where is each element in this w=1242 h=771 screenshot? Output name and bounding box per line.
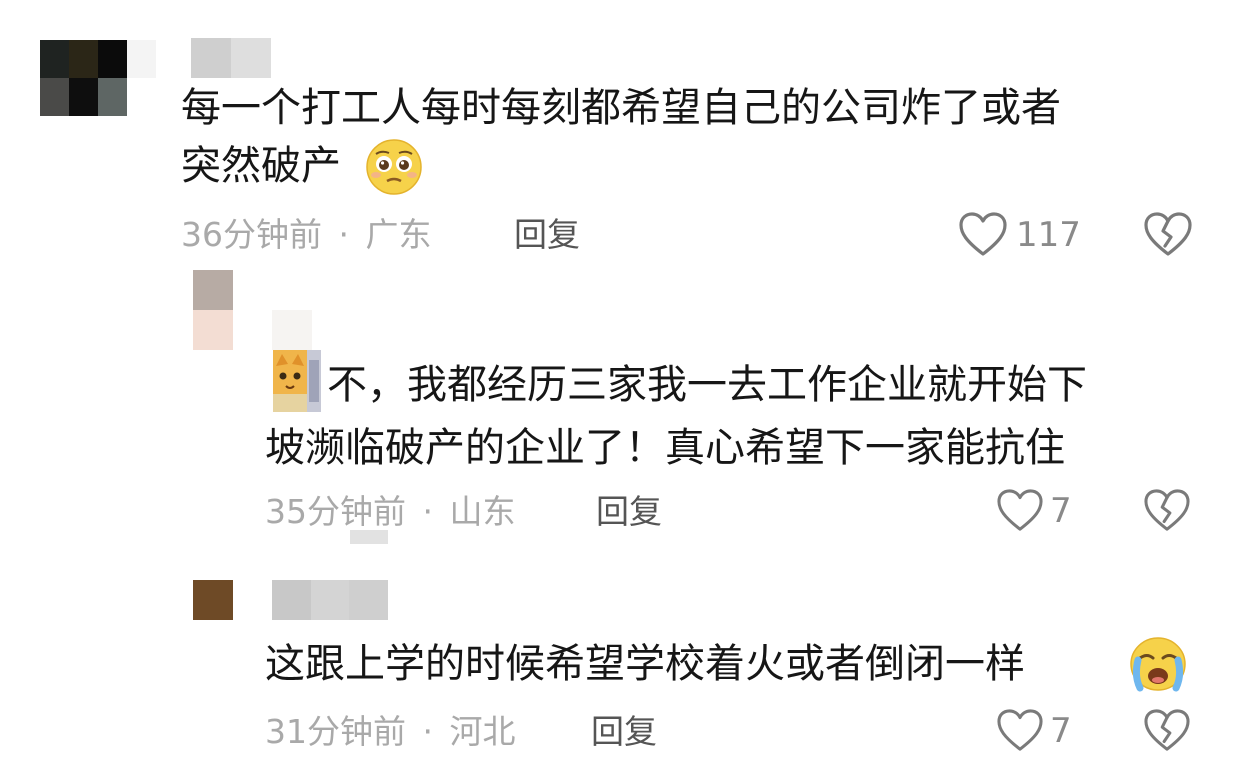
comment-text-line2: 突然破产 [181, 138, 341, 194]
heart-outline-icon [958, 212, 1008, 258]
avatar[interactable] [40, 40, 156, 116]
heart-outline-icon [996, 489, 1044, 533]
avatar[interactable] [193, 270, 233, 350]
heart-outline-icon [996, 709, 1044, 753]
comment-meta: 35分钟前 · 山东 [265, 492, 516, 532]
comment-time: 36分钟前 [181, 215, 322, 254]
reply-button[interactable]: 回复 [596, 492, 662, 532]
comment-text: 这跟上学的时候希望学校着火或者倒闭一样 [265, 641, 1025, 687]
like-button[interactable]: 7 [996, 709, 1072, 753]
like-count: 7 [1050, 491, 1072, 531]
loudly-crying-face-emoji [1128, 636, 1188, 692]
meta-separator: · [422, 492, 434, 531]
comment-location: 广东 [365, 215, 432, 254]
comment-text-line1: 这跟上学的时候希望学校着火或者倒闭一样 [265, 636, 1025, 692]
like-button[interactable]: 7 [996, 489, 1072, 533]
comment-time: 31分钟前 [265, 712, 406, 751]
comment-text-line1: 不，我都经历三家我一去工作企业就开始下 [327, 362, 1087, 408]
like-count: 117 [1016, 215, 1081, 255]
broken-heart-icon [1143, 709, 1191, 753]
comment-location: 河北 [449, 712, 516, 751]
reply-button[interactable]: 回复 [591, 712, 657, 752]
comment-meta: 36分钟前 · 广东 [181, 215, 432, 255]
comment-text-line2-text: 突然破产 [181, 143, 341, 189]
like-count: 7 [1050, 711, 1072, 751]
broken-heart-icon [1143, 212, 1193, 258]
meta-separator: · [338, 215, 350, 254]
avatar[interactable] [193, 580, 233, 620]
pleading-face-emoji [365, 138, 423, 196]
comment-meta: 31分钟前 · 河北 [265, 712, 516, 752]
cat-face-emoji [273, 350, 321, 412]
username[interactable] [272, 580, 388, 620]
like-button[interactable]: 117 [958, 212, 1081, 258]
dislike-button[interactable] [1143, 212, 1193, 258]
comment-location: 山东 [449, 492, 516, 531]
dislike-button[interactable] [1143, 709, 1191, 753]
broken-heart-icon [1143, 489, 1191, 533]
comment-time: 35分钟前 [265, 492, 406, 531]
meta-separator: · [422, 712, 434, 751]
dislike-button[interactable] [1143, 489, 1191, 533]
redacted-block [350, 530, 388, 544]
username[interactable] [191, 38, 271, 78]
comment-text-line1: 每一个打工人每时每刻都希望自己的公司炸了或者 [181, 85, 1061, 131]
username[interactable] [272, 310, 312, 350]
reply-button[interactable]: 回复 [514, 215, 580, 255]
comment-text-line2: 坡濒临破产的企业了！真心希望下一家能抗住 [265, 425, 1065, 471]
